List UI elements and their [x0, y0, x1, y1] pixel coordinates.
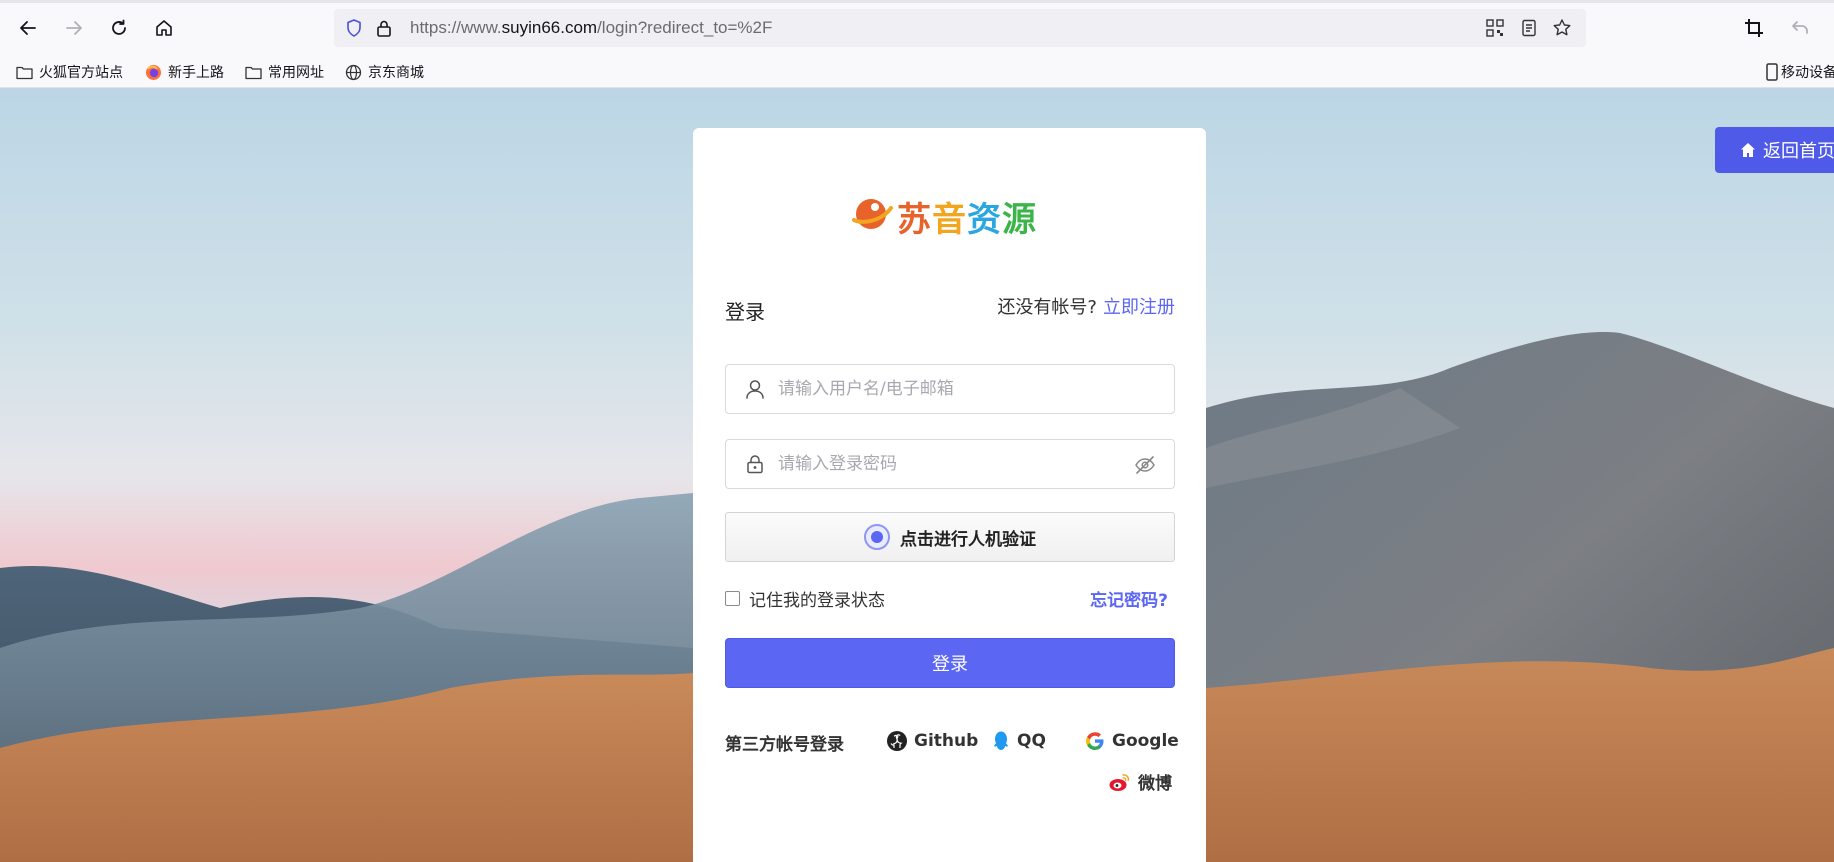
star-bookmark-icon[interactable] — [1552, 18, 1572, 38]
login-page: 返回首页 苏音资源 登录 还没有帐号? 立即注册 点击进行人机验证 — [0, 88, 1834, 862]
remember-checkbox[interactable] — [725, 591, 740, 606]
no-account-text: 还没有帐号? — [997, 297, 1097, 318]
login-card: 苏音资源 登录 还没有帐号? 立即注册 点击进行人机验证 记住我的登录状态 忘记密… — [693, 128, 1206, 862]
password-field[interactable] — [725, 439, 1175, 489]
folder-icon — [16, 66, 33, 79]
reader-view-icon[interactable] — [1520, 19, 1538, 37]
home-button[interactable] — [148, 12, 180, 44]
back-button[interactable] — [12, 12, 44, 44]
captcha-label: 点击进行人机验证 — [900, 529, 1036, 550]
bookmarks-toolbar: 火狐官方站点 新手上路 常用网址 京东商城 移动设备 — [0, 56, 1834, 88]
forgot-password-link[interactable]: 忘记密码? — [1090, 586, 1168, 611]
register-prompt: 还没有帐号? 立即注册 — [997, 293, 1175, 319]
username-input[interactable] — [778, 365, 1118, 413]
google-login[interactable]: Google — [1084, 730, 1179, 752]
captcha-radio-icon — [864, 524, 890, 550]
github-icon — [887, 731, 907, 751]
user-icon — [746, 380, 764, 399]
arrow-right-icon — [66, 21, 82, 35]
weibo-icon — [1109, 773, 1130, 791]
reload-icon — [112, 19, 126, 35]
url-text: https://www.suyin66.com/login?redirect_t… — [410, 18, 773, 37]
lock-icon — [377, 20, 391, 37]
remember-label: 记住我的登录状态 — [749, 591, 885, 611]
bookmark-label: 京东商城 — [368, 65, 424, 81]
house-icon — [156, 20, 172, 36]
return-home-button[interactable]: 返回首页 — [1715, 127, 1834, 173]
bookmark-label: 常用网址 — [268, 65, 324, 81]
arrow-left-icon — [20, 21, 36, 35]
google-icon — [1086, 732, 1104, 750]
bookmark-item[interactable]: 火狐官方站点 — [16, 61, 123, 83]
password-input[interactable] — [778, 440, 1118, 488]
username-field[interactable] — [725, 364, 1175, 414]
bookmark-label: 新手上路 — [168, 65, 224, 81]
mobile-bookmarks[interactable]: 移动设备 — [1766, 61, 1834, 83]
mobile-device-icon — [1766, 63, 1778, 81]
qq-label: QQ — [1017, 731, 1046, 751]
globe-icon — [345, 64, 362, 80]
qq-penguin-icon — [994, 731, 1008, 750]
planet-logo-icon — [852, 199, 893, 229]
house-icon — [1741, 143, 1755, 157]
browser-toolbar: https://www.suyin66.com/login?redirect_t… — [0, 0, 1834, 56]
weibo-login[interactable]: 微博 — [1108, 769, 1172, 794]
eye-hidden-icon[interactable] — [1134, 455, 1156, 475]
remember-me[interactable]: 记住我的登录状态 — [725, 586, 885, 611]
mobile-bookmarks-label: 移动设备 — [1781, 65, 1834, 81]
weibo-label: 微博 — [1138, 774, 1172, 794]
forward-button[interactable] — [58, 12, 90, 44]
padlock-icon — [747, 455, 763, 474]
reload-button[interactable] — [103, 12, 135, 44]
tab-strip-edge — [0, 0, 1834, 3]
return-home-label: 返回首页 — [1763, 141, 1834, 162]
qr-code-icon[interactable] — [1486, 19, 1504, 37]
login-button[interactable]: 登录 — [725, 638, 1175, 688]
bookmark-item[interactable]: 新手上路 — [145, 61, 224, 83]
folder-icon — [245, 66, 262, 79]
qq-login[interactable]: QQ — [991, 730, 1046, 752]
captcha-verify-button[interactable]: 点击进行人机验证 — [725, 512, 1175, 562]
screenshot-crop-icon[interactable] — [1744, 18, 1764, 38]
address-bar[interactable]: https://www.suyin66.com/login?redirect_t… — [334, 9, 1586, 47]
login-heading: 登录 — [725, 300, 765, 324]
github-login[interactable]: Github — [886, 730, 978, 752]
firefox-icon — [146, 64, 161, 80]
site-logo: 苏音资源 — [851, 190, 1051, 240]
bookmark-label: 火狐官方站点 — [39, 65, 123, 81]
google-label: Google — [1112, 731, 1179, 751]
register-link[interactable]: 立即注册 — [1103, 297, 1175, 318]
third-party-label: 第三方帐号登录 — [725, 735, 844, 755]
bookmark-item[interactable]: 京东商城 — [345, 61, 424, 83]
shield-icon — [347, 19, 361, 37]
undo-icon[interactable] — [1790, 18, 1810, 38]
github-label: Github — [914, 731, 979, 751]
bookmark-item[interactable]: 常用网址 — [245, 61, 324, 83]
logo-text: 苏音资源 — [897, 192, 1037, 241]
